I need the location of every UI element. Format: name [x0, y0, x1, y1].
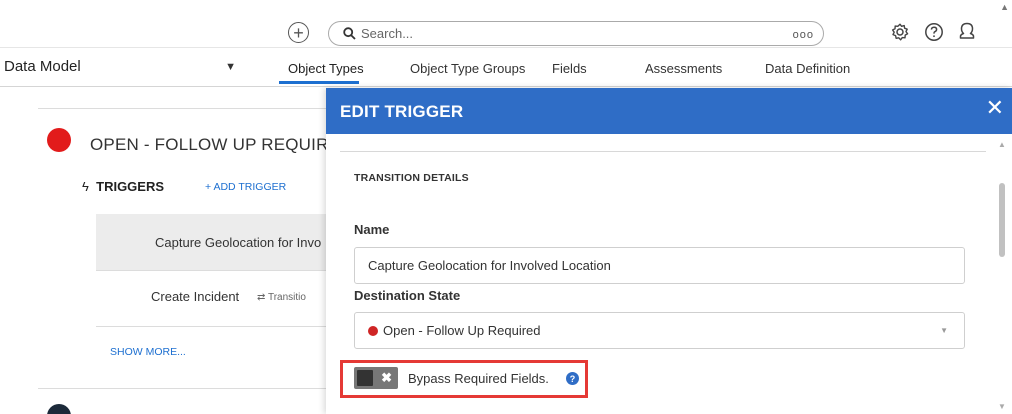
- nav-bar: Data Model ▼ Object Types Object Type Gr…: [0, 48, 1012, 87]
- destination-state-value: Open - Follow Up Required: [383, 323, 541, 338]
- page-scroll-up-icon[interactable]: ▲: [1000, 2, 1009, 12]
- transition-label: ⇄ Transitio: [257, 292, 306, 303]
- divider: [96, 270, 336, 271]
- divider: [38, 108, 338, 109]
- divider: [96, 326, 336, 327]
- module-selector[interactable]: Data Model ▼: [4, 58, 244, 75]
- tab-object-types[interactable]: Object Types: [288, 61, 364, 76]
- tab-fields[interactable]: Fields: [552, 61, 587, 76]
- scroll-thumb[interactable]: [999, 183, 1005, 257]
- tab-object-type-groups[interactable]: Object Type Groups: [410, 61, 525, 76]
- active-tab-indicator: [279, 81, 359, 84]
- destination-state-select[interactable]: Open - Follow Up Required ▼: [354, 312, 965, 349]
- bypass-required-fields-label: Bypass Required Fields.: [408, 371, 549, 386]
- scroll-up-icon[interactable]: ▲: [998, 140, 1006, 149]
- toggle-knob: [357, 370, 373, 386]
- tab-data-definition[interactable]: Data Definition: [765, 61, 850, 76]
- name-label: Name: [354, 222, 390, 237]
- state-color-indicator: [368, 325, 378, 336]
- top-bar: + ooo ▲: [0, 0, 1012, 48]
- help-icon[interactable]: ?: [566, 372, 579, 385]
- search-input[interactable]: [361, 26, 721, 41]
- state-color-indicator: [47, 404, 71, 414]
- divider: [340, 151, 986, 152]
- trigger-name[interactable]: Create Incident: [151, 289, 239, 304]
- chevron-down-icon: ▼: [940, 326, 948, 335]
- triggers-heading-label: TRIGGERS: [96, 179, 165, 194]
- trigger-row[interactable]: Capture Geolocation for Invo: [96, 214, 336, 270]
- close-icon: ✖: [381, 370, 392, 385]
- destination-state-label: Destination State: [354, 288, 461, 303]
- add-trigger-button[interactable]: + ADD TRIGGER: [205, 181, 286, 193]
- bypass-required-fields-toggle[interactable]: ✖: [354, 367, 398, 389]
- tab-assessments[interactable]: Assessments: [645, 61, 722, 76]
- state-title: OPEN - FOLLOW UP REQUIRE: [90, 135, 341, 154]
- gear-icon[interactable]: [888, 20, 912, 44]
- state-color-indicator: [47, 128, 71, 152]
- search-options-button[interactable]: ooo: [793, 29, 814, 41]
- search-bar[interactable]: ooo: [328, 21, 824, 46]
- show-more-link[interactable]: SHOW MORE...: [110, 346, 186, 358]
- user-icon[interactable]: [955, 20, 979, 44]
- edit-trigger-modal: EDIT TRIGGER ✕ TRANSITION DETAILS Name D…: [326, 88, 1012, 414]
- name-field[interactable]: [354, 247, 965, 284]
- modal-title: EDIT TRIGGER: [340, 102, 464, 121]
- divider: [38, 388, 338, 389]
- lightning-icon: ϟ: [82, 179, 89, 194]
- module-selector-label: Data Model: [4, 58, 81, 75]
- help-circle-icon[interactable]: [922, 20, 946, 44]
- modal-header: EDIT TRIGGER ✕: [326, 88, 1012, 134]
- scroll-down-icon[interactable]: ▼: [998, 402, 1006, 411]
- triggers-heading: ϟ TRIGGERS: [82, 179, 164, 194]
- trigger-name: Capture Geolocation for Invo: [155, 235, 322, 250]
- plus-circle-icon[interactable]: +: [288, 22, 309, 43]
- chevron-down-icon: ▼: [225, 60, 236, 73]
- modal-scrollbar[interactable]: ▲ ▼: [994, 134, 1012, 414]
- modal-body: TRANSITION DETAILS Name Destination Stat…: [326, 134, 994, 414]
- close-icon[interactable]: ✕: [986, 97, 1004, 119]
- search-icon: [343, 27, 356, 40]
- section-title: TRANSITION DETAILS: [354, 172, 469, 184]
